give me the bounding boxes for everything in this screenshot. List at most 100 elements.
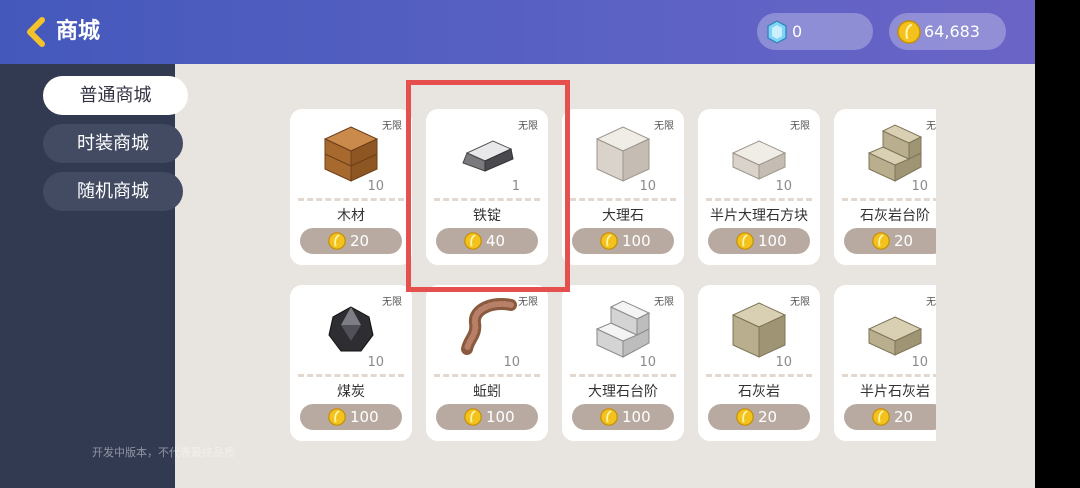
earthworm-icon — [461, 298, 517, 355]
price-button[interactable]: 40 — [436, 228, 538, 254]
price-value: 20 — [894, 232, 914, 250]
item-quantity: 10 — [639, 179, 656, 194]
price-button[interactable]: 20 — [844, 228, 936, 254]
shop-item-wood-block[interactable]: 无限 10 木材 20 — [290, 109, 412, 265]
item-name: 石灰岩台阶 — [860, 208, 930, 224]
coin-icon — [736, 408, 754, 426]
divider — [434, 374, 540, 377]
coin-icon — [464, 232, 482, 250]
item-quantity: 10 — [367, 179, 384, 194]
marble-stairs-icon — [595, 300, 651, 358]
coin-icon — [872, 232, 890, 250]
coin-icon — [328, 232, 346, 250]
price-button[interactable]: 20 — [708, 404, 810, 430]
item-name: 蚯蚓 — [473, 384, 501, 400]
shop-item-marble-stairs[interactable]: 无限 10 大理石台阶 100 — [562, 285, 684, 441]
shop-item-earthworm[interactable]: 无限 10 蚯蚓 100 — [426, 285, 548, 441]
divider — [842, 198, 936, 201]
item-quantity: 10 — [911, 355, 928, 370]
item-name: 半片石灰岩 — [860, 384, 930, 400]
shop-item-marble-slab[interactable]: 无限 10 半片大理石方块 100 — [698, 109, 820, 265]
price-value: 20 — [350, 232, 370, 250]
price-button[interactable]: 100 — [436, 404, 538, 430]
item-quantity: 1 — [511, 179, 520, 194]
price-value: 40 — [486, 232, 506, 250]
item-name: 煤炭 — [337, 384, 365, 400]
wood-block-icon — [323, 126, 379, 182]
limit-label: 无限 — [382, 121, 402, 132]
limit-label: 无限 — [790, 297, 810, 308]
shop-item-coal[interactable]: 无限 10 煤炭 100 — [290, 285, 412, 441]
divider — [706, 198, 812, 201]
coin-balance[interactable]: 64,683 — [889, 13, 1006, 50]
price-value: 100 — [350, 408, 379, 426]
price-button[interactable]: 100 — [572, 404, 674, 430]
item-name: 大理石 — [602, 208, 644, 224]
price-value: 100 — [486, 408, 515, 426]
limestone-slab-icon — [867, 316, 923, 356]
price-button[interactable]: 100 — [572, 228, 674, 254]
item-name: 大理石台阶 — [588, 384, 658, 400]
coal-icon — [328, 306, 374, 352]
limit-label: 无限 — [654, 297, 674, 308]
shop-item-marble-block[interactable]: 无限 10 大理石 100 — [562, 109, 684, 265]
marble-slab-icon — [731, 140, 787, 180]
coin-icon — [600, 232, 618, 250]
coin-icon — [736, 232, 754, 250]
dev-version-note: 开发中版本，不代表最终品质 — [92, 446, 235, 459]
price-value: 20 — [894, 408, 914, 426]
item-quantity: 10 — [775, 355, 792, 370]
item-quantity: 10 — [775, 179, 792, 194]
price-button[interactable]: 20 — [300, 228, 402, 254]
price-value: 20 — [758, 408, 778, 426]
shop-item-limestone-stairs[interactable]: 无限 10 石灰岩台阶 20 — [834, 109, 936, 265]
divider — [434, 198, 540, 201]
price-value: 100 — [622, 232, 651, 250]
divider — [298, 198, 404, 201]
price-button[interactable]: 100 — [300, 404, 402, 430]
divider — [706, 374, 812, 377]
divider — [842, 374, 936, 377]
item-grid: 无限 10 木材 20 无限 1 铁锭 40 无限 10 大理石 100 无限 … — [290, 109, 936, 449]
page-title: 商城 — [56, 19, 101, 44]
coin-icon — [872, 408, 890, 426]
price-value: 100 — [622, 408, 651, 426]
divider — [570, 198, 676, 201]
price-button[interactable]: 100 — [708, 228, 810, 254]
divider — [298, 374, 404, 377]
item-name: 铁锭 — [473, 208, 501, 224]
tab-normal-shop[interactable]: 普通商城 — [43, 76, 188, 115]
coin-icon — [328, 408, 346, 426]
price-button[interactable]: 20 — [844, 404, 936, 430]
diamond-icon — [767, 20, 787, 44]
price-value: 100 — [758, 232, 787, 250]
iron-ingot-icon — [462, 140, 514, 172]
shop-screen: 商城 0 64,683 普通商城 时装商城 随机商城 开发中版本，不代表最终品质… — [0, 0, 1035, 488]
item-name: 半片大理石方块 — [710, 208, 808, 224]
tab-random-shop[interactable]: 随机商城 — [43, 172, 183, 211]
marble-block-icon — [595, 126, 651, 182]
coin-icon — [464, 408, 482, 426]
sidebar: 普通商城 时装商城 随机商城 — [0, 64, 188, 488]
coin-icon — [600, 408, 618, 426]
tab-fashion-shop[interactable]: 时装商城 — [43, 124, 183, 163]
coin-icon — [897, 20, 921, 44]
limestone-block-icon — [731, 302, 787, 358]
limit-label: 无限 — [654, 121, 674, 132]
back-arrow-icon[interactable] — [22, 16, 50, 48]
limit-label: 无限 — [382, 297, 402, 308]
diamond-balance[interactable]: 0 — [757, 13, 873, 50]
limit-label: 无限 — [518, 121, 538, 132]
limit-label: 无限 — [518, 297, 538, 308]
limestone-stairs-icon — [867, 124, 923, 182]
divider — [570, 374, 676, 377]
top-bar: 商城 0 64,683 — [0, 0, 1035, 64]
diamond-count: 0 — [792, 22, 803, 41]
item-name: 石灰岩 — [738, 384, 780, 400]
item-name: 木材 — [337, 208, 365, 224]
item-quantity: 10 — [367, 355, 384, 370]
shop-item-limestone-block[interactable]: 无限 10 石灰岩 20 — [698, 285, 820, 441]
item-quantity: 10 — [911, 179, 928, 194]
shop-item-limestone-slab[interactable]: 无限 10 半片石灰岩 20 — [834, 285, 936, 441]
shop-item-iron-ingot[interactable]: 无限 1 铁锭 40 — [426, 109, 548, 265]
